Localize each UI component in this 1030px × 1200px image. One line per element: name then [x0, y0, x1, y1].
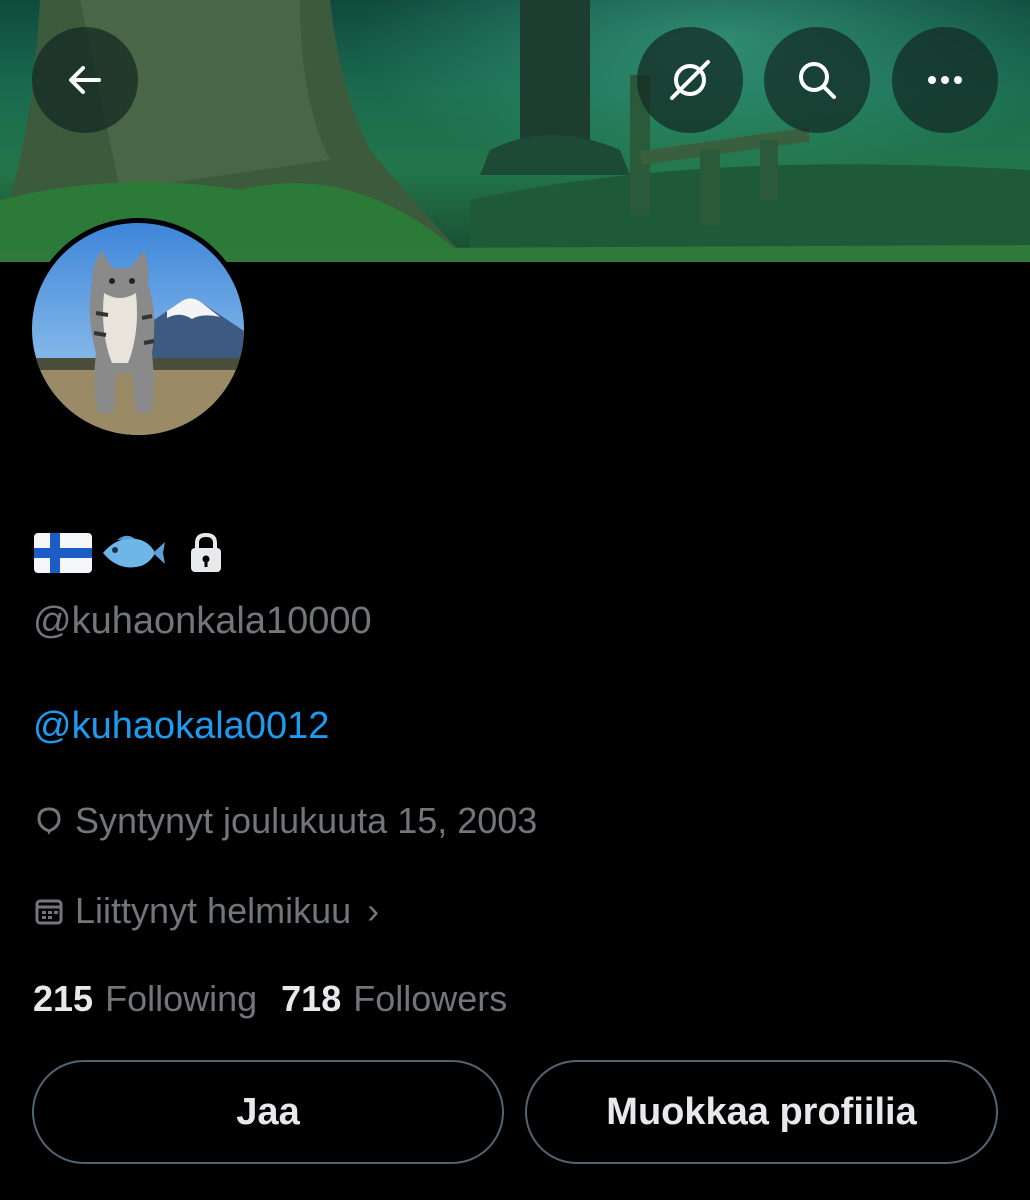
finland-flag-emoji — [34, 533, 92, 573]
followers-count: 718 — [281, 978, 342, 1019]
birth-date-text: Syntynyt joulukuuta 15, 2003 — [75, 800, 538, 841]
more-icon — [928, 76, 962, 84]
grok-button[interactable] — [637, 27, 743, 133]
grok-slash-icon — [670, 60, 710, 100]
arrow-left-icon — [69, 66, 101, 94]
display-name — [33, 528, 231, 578]
username-handle: @kuhaonkala10000 — [33, 600, 372, 642]
birth-date: Syntynyt joulukuuta 15, 2003 — [33, 800, 537, 842]
calendar-icon — [35, 899, 63, 925]
more-options-button[interactable] — [892, 27, 998, 133]
joined-date-text: Liittynyt helmikuu — [75, 890, 352, 931]
followers-stat[interactable]: 718 Followers — [281, 978, 507, 1020]
fish-emoji — [103, 535, 165, 568]
joined-date[interactable]: Liittynyt helmikuu › — [33, 890, 379, 932]
search-button[interactable] — [764, 27, 870, 133]
following-count: 215 — [33, 978, 94, 1019]
lock-icon — [191, 532, 221, 572]
bio-mention-link[interactable]: @kuhaokala0012 — [33, 705, 329, 748]
profile-avatar[interactable] — [27, 218, 249, 440]
balloon-icon — [37, 807, 61, 835]
followers-label: Followers — [353, 978, 508, 1019]
search-icon — [799, 62, 836, 99]
following-label: Following — [105, 978, 258, 1019]
back-button[interactable] — [32, 27, 138, 133]
chevron-right-icon: › — [367, 890, 380, 931]
follow-stats: 215 Following 718 Followers — [33, 978, 507, 1020]
edit-profile-button[interactable]: Muokkaa profiilia — [525, 1060, 998, 1164]
following-stat[interactable]: 215 Following — [33, 978, 257, 1020]
share-button[interactable]: Jaa — [32, 1060, 504, 1164]
